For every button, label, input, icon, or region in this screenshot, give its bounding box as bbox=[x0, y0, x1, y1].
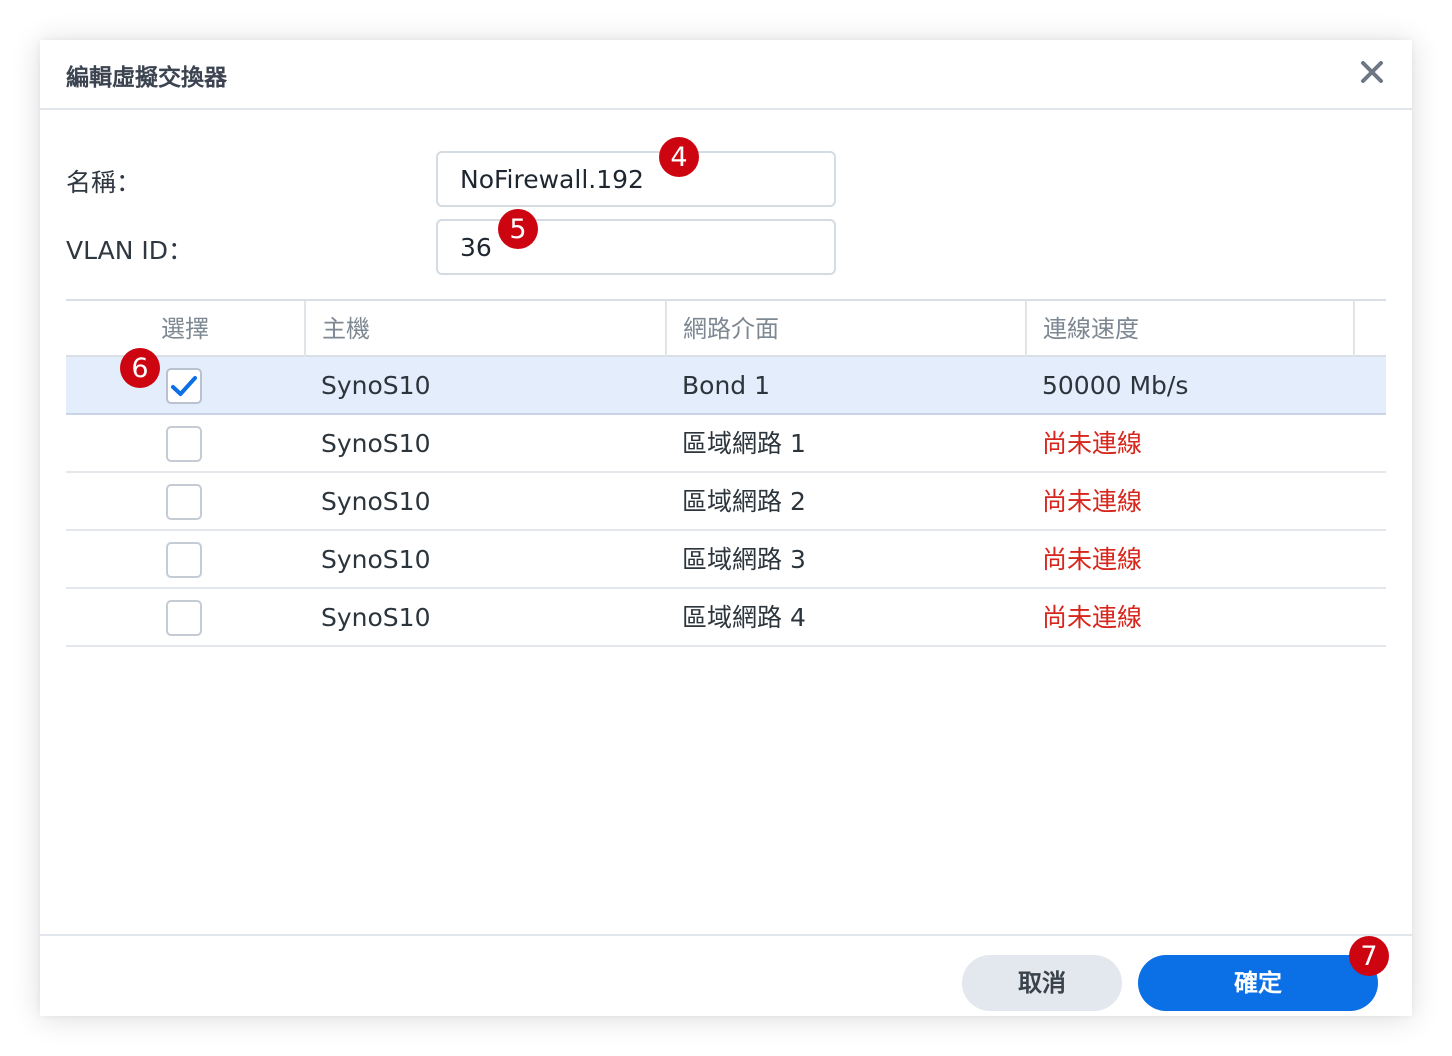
interface-cell: 區域網路 3 bbox=[682, 545, 806, 574]
table-header: 選擇 主機 網路介面 連線速度 bbox=[66, 299, 1386, 357]
vlan-id-input[interactable] bbox=[436, 219, 836, 275]
host-cell: SynoS10 bbox=[321, 487, 431, 516]
annotation-badge-4: 4 bbox=[659, 137, 699, 177]
host-cell: SynoS10 bbox=[321, 603, 431, 632]
interface-cell: 區域網路 2 bbox=[682, 487, 806, 516]
row-checkbox[interactable] bbox=[166, 368, 202, 404]
edit-virtual-switch-dialog: 編輯虛擬交換器 名稱： VLAN ID： 選擇 主機 網路介面 連線速度 Syn… bbox=[40, 40, 1412, 1016]
table-row[interactable]: SynoS10 Bond 1 50000 Mb/s bbox=[66, 357, 1386, 415]
footer-divider bbox=[40, 934, 1412, 936]
confirm-button[interactable]: 確定 bbox=[1138, 955, 1378, 1011]
interface-table: 選擇 主機 網路介面 連線速度 SynoS10 Bond 1 50000 Mb/… bbox=[66, 299, 1386, 647]
annotation-badge-5: 5 bbox=[498, 209, 538, 249]
table-row[interactable]: SynoS10 區域網路 1 尚未連線 bbox=[66, 415, 1386, 473]
table-row[interactable]: SynoS10 區域網路 2 尚未連線 bbox=[66, 473, 1386, 531]
interface-cell: 區域網路 1 bbox=[682, 429, 806, 458]
row-checkbox[interactable] bbox=[166, 484, 202, 520]
speed-cell: 尚未連線 bbox=[1042, 429, 1143, 458]
close-icon bbox=[1361, 61, 1383, 83]
column-header-host[interactable]: 主機 bbox=[306, 301, 667, 357]
column-header-select[interactable]: 選擇 bbox=[66, 301, 306, 357]
dialog-title: 編輯虛擬交換器 bbox=[66, 65, 227, 91]
table-row[interactable]: SynoS10 區域網路 4 尚未連線 bbox=[66, 589, 1386, 647]
vlan-id-label: VLAN ID： bbox=[66, 236, 193, 265]
column-header-interface[interactable]: 網路介面 bbox=[667, 301, 1027, 357]
speed-cell: 50000 Mb/s bbox=[1042, 371, 1189, 400]
annotation-badge-7: 7 bbox=[1349, 936, 1389, 976]
interface-cell: Bond 1 bbox=[682, 371, 771, 400]
annotation-badge-6: 6 bbox=[120, 348, 160, 388]
speed-cell: 尚未連線 bbox=[1042, 487, 1143, 516]
interface-cell: 區域網路 4 bbox=[682, 603, 806, 632]
name-input[interactable] bbox=[436, 151, 836, 207]
host-cell: SynoS10 bbox=[321, 545, 431, 574]
row-checkbox[interactable] bbox=[166, 542, 202, 578]
column-header-speed[interactable]: 連線速度 bbox=[1027, 301, 1355, 357]
host-cell: SynoS10 bbox=[321, 371, 431, 400]
checkmark-icon bbox=[171, 376, 197, 396]
cancel-button[interactable]: 取消 bbox=[962, 955, 1122, 1011]
close-button[interactable] bbox=[1354, 54, 1390, 90]
host-cell: SynoS10 bbox=[321, 429, 431, 458]
speed-cell: 尚未連線 bbox=[1042, 603, 1143, 632]
speed-cell: 尚未連線 bbox=[1042, 545, 1143, 574]
table-row[interactable]: SynoS10 區域網路 3 尚未連線 bbox=[66, 531, 1386, 589]
row-checkbox[interactable] bbox=[166, 426, 202, 462]
name-label: 名稱： bbox=[66, 168, 142, 197]
row-checkbox[interactable] bbox=[166, 600, 202, 636]
dialog-title-bar: 編輯虛擬交換器 bbox=[40, 40, 1412, 110]
